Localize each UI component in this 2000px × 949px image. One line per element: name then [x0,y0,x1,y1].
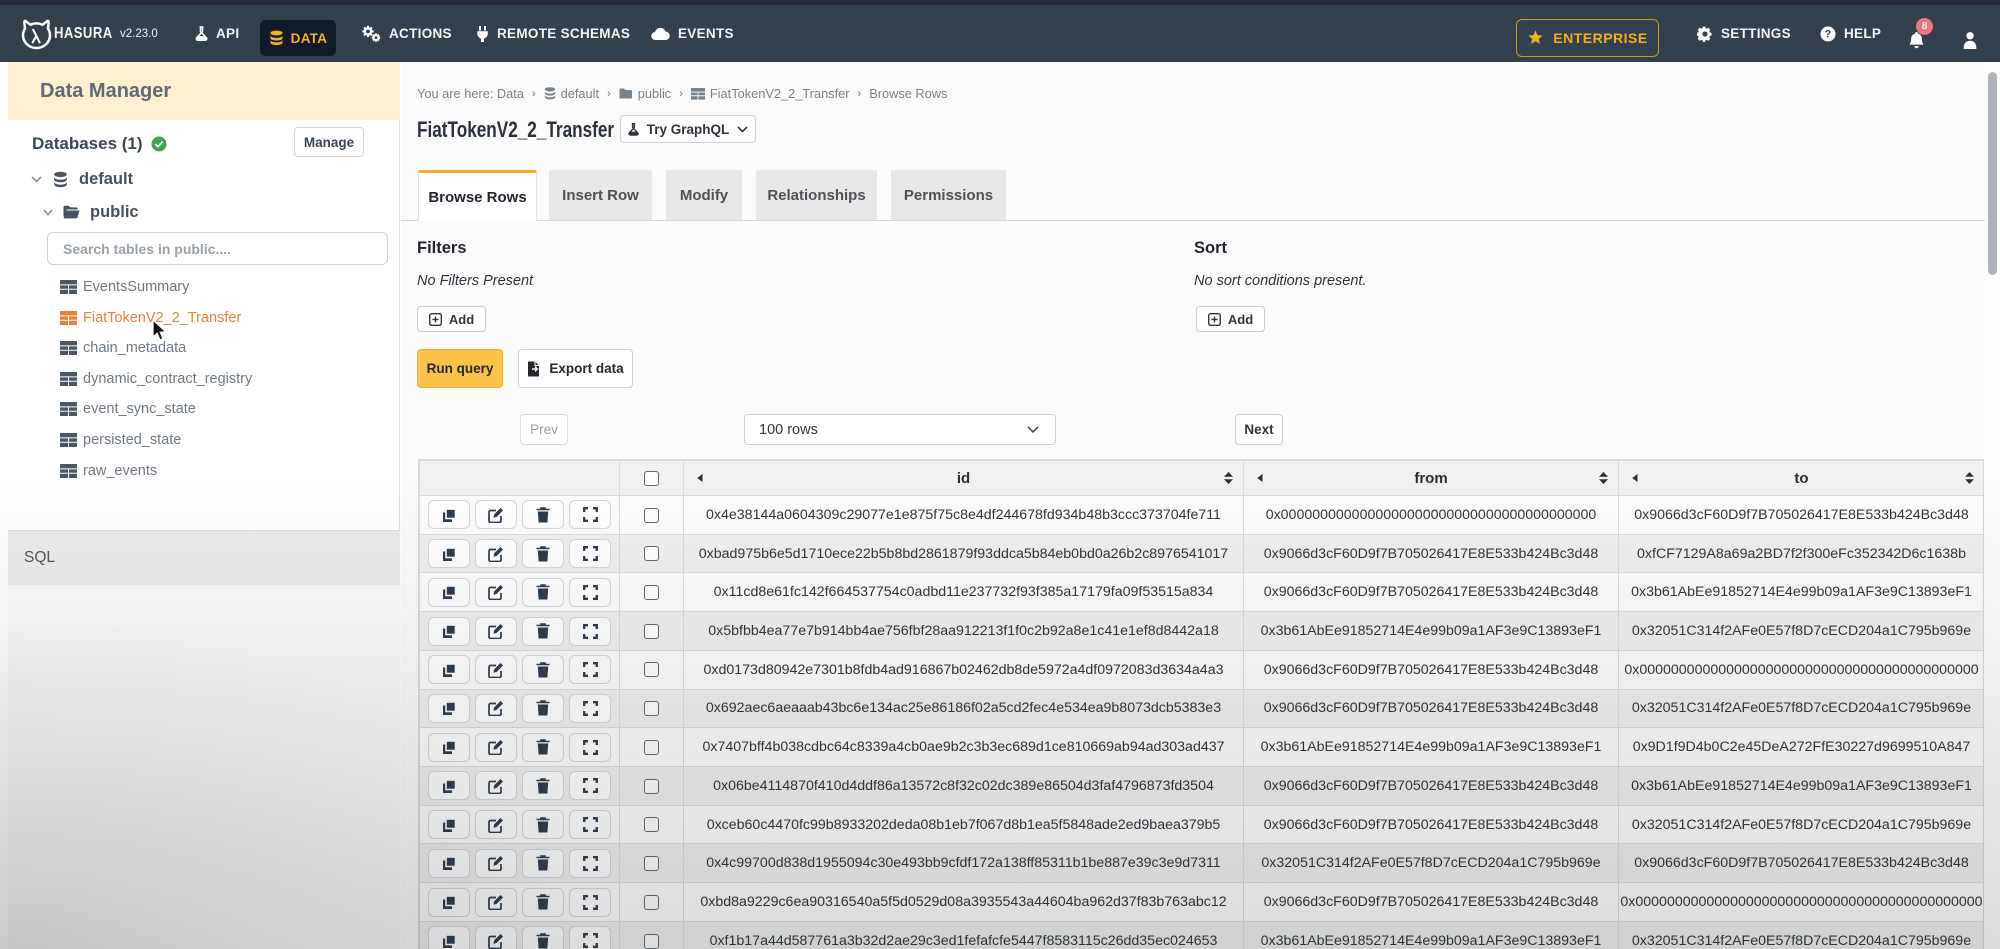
svg-text:?: ? [1824,28,1831,40]
